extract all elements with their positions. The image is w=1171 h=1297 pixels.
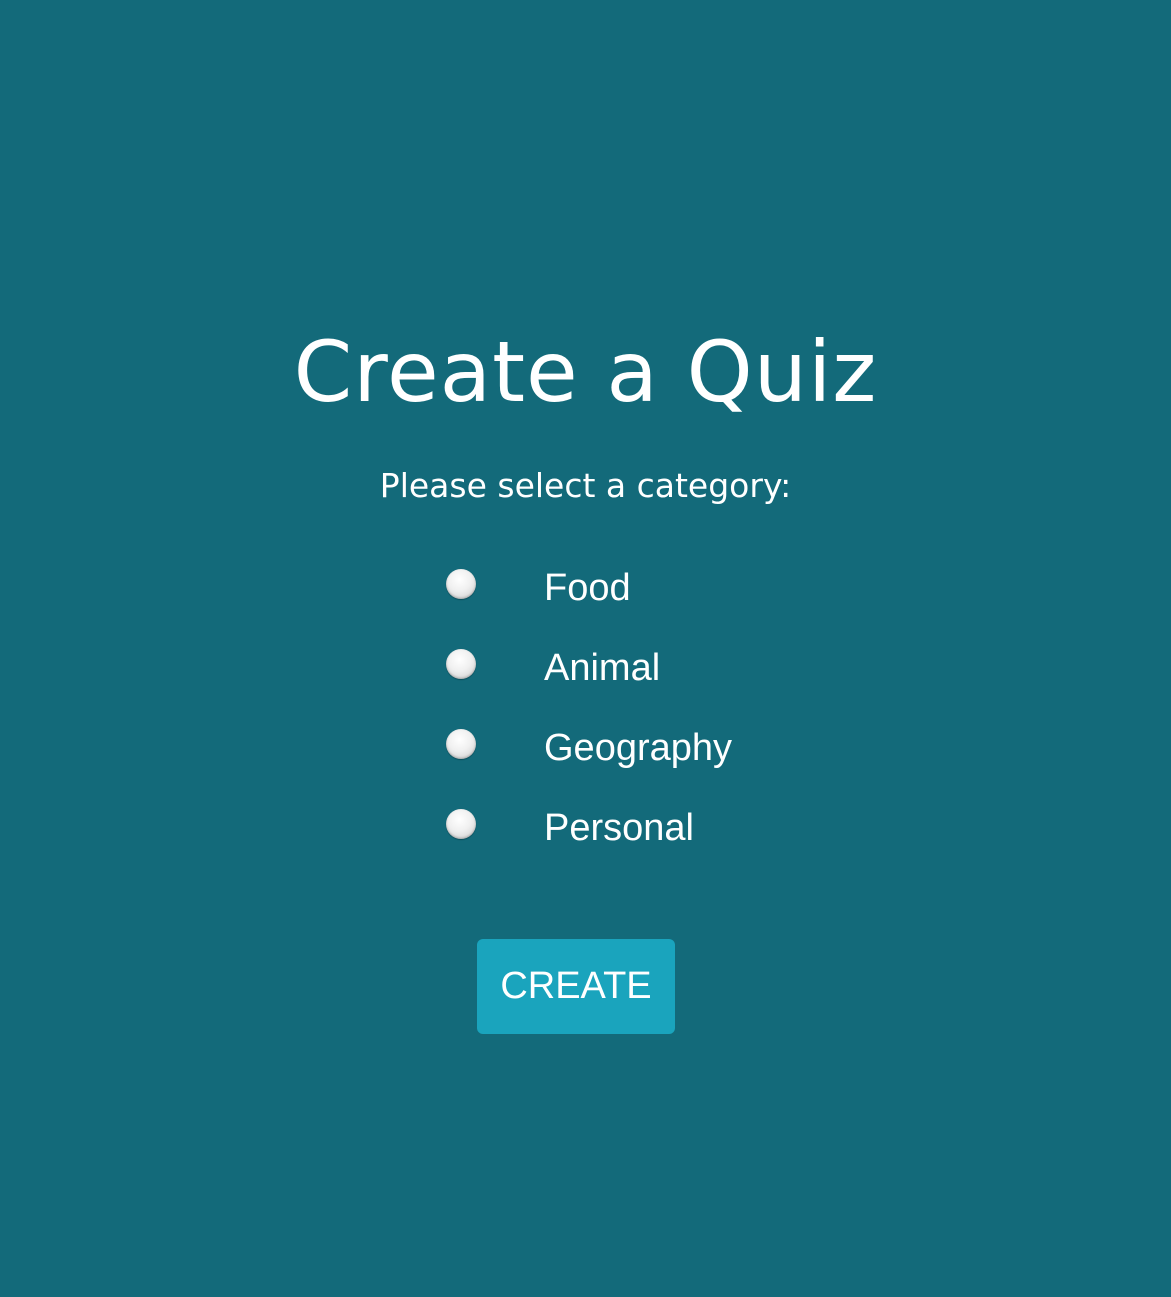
category-option-personal[interactable]: Personal [446, 806, 846, 886]
radio-button-animal[interactable] [446, 649, 476, 679]
radio-button-geography[interactable] [446, 729, 476, 759]
category-option-geography[interactable]: Geography [446, 726, 846, 806]
category-prompt: Please select a category: [379, 466, 792, 505]
category-option-animal[interactable]: Animal [446, 646, 846, 726]
create-button[interactable]: CREATE [477, 939, 675, 1034]
page-title: Create a Quiz [293, 323, 878, 421]
category-radio-group: Food Animal Geography Personal [446, 566, 846, 886]
category-label-animal[interactable]: Animal [544, 646, 660, 690]
radio-button-food[interactable] [446, 569, 476, 599]
category-label-geography[interactable]: Geography [544, 726, 732, 770]
category-label-personal[interactable]: Personal [544, 806, 694, 850]
category-option-food[interactable]: Food [446, 566, 846, 646]
radio-button-personal[interactable] [446, 809, 476, 839]
category-label-food[interactable]: Food [544, 566, 631, 610]
